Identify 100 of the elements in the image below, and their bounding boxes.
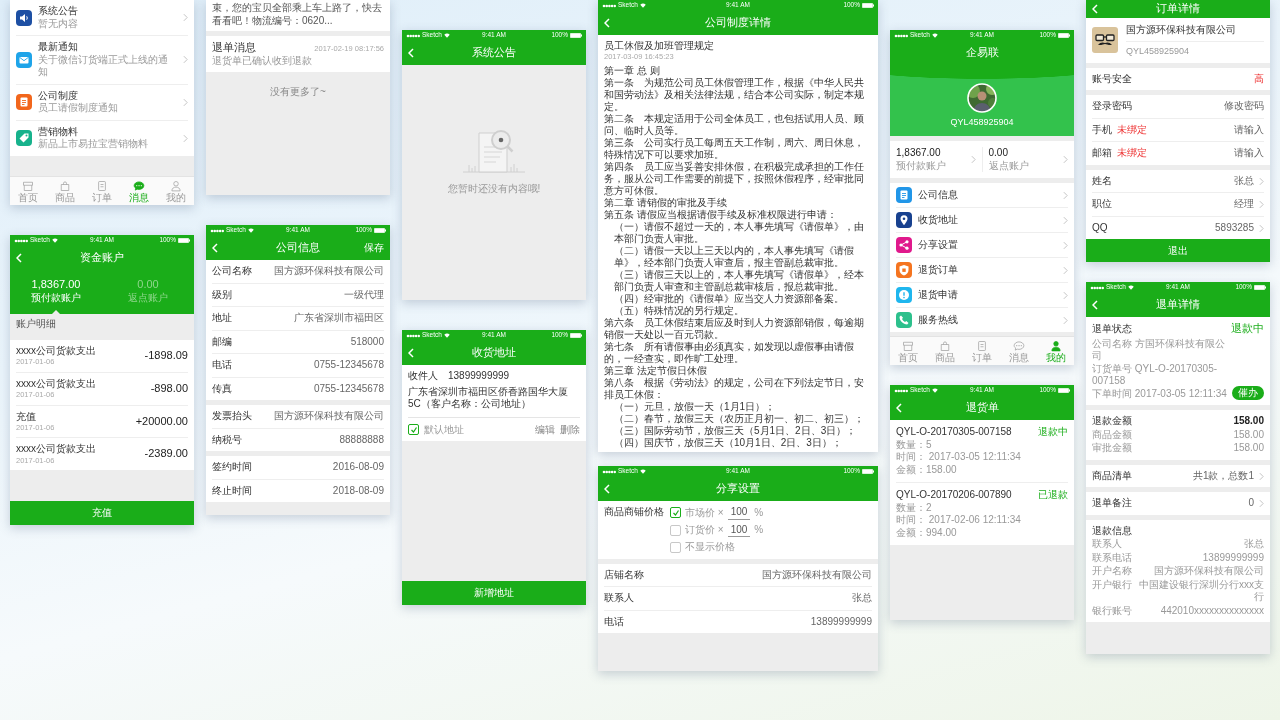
default-label: 默认地址 [424, 423, 464, 436]
amount-value: 158.00 [1233, 415, 1264, 428]
balance-label: 预付款账户 [896, 159, 947, 173]
field-label: 账号安全 [1092, 72, 1132, 86]
tab-item[interactable]: 我的 [157, 180, 194, 203]
primary-button[interactable]: 充值 [10, 501, 194, 525]
action-link[interactable]: 编辑 [535, 423, 555, 436]
back-icon[interactable] [604, 18, 610, 28]
status-tag: 未绑定 [1117, 147, 1147, 160]
tab-item[interactable]: 商品 [46, 180, 84, 203]
chevron-right-icon [1063, 215, 1068, 225]
order-detail: 数量：5 [896, 438, 933, 451]
back-icon[interactable] [408, 348, 414, 358]
item-title[interactable]: 系统公告 [38, 5, 177, 18]
field-label: 登录密码 [1092, 100, 1132, 113]
field-value: 5893285 [1214, 221, 1254, 235]
document-icon [976, 340, 988, 352]
percent-field[interactable]: 100 [727, 523, 751, 537]
item-title[interactable]: 公司制度 [38, 89, 177, 102]
document-paragraph: （二）请假一天以上三天以内的，本人事先填写《请假单》，经本部门负责人审查后，报主管副总裁审批。 [613, 245, 855, 269]
order-status: 退款中 [1038, 426, 1068, 439]
field-value: 张总 [851, 592, 872, 605]
chevron-right-icon [183, 13, 188, 22]
chat-bubble-icon [132, 180, 145, 192]
action-link[interactable]: 删除 [560, 423, 580, 436]
order-status: 已退款 [1038, 489, 1068, 502]
transaction-amount: -898.00 [150, 381, 188, 396]
account-tab[interactable]: 1,8367.00 预付款账户 [10, 278, 102, 315]
menu-label[interactable]: 退货订单 [918, 264, 1057, 277]
detail-value: 中国建设银行深圳分行xxx支行 [1138, 578, 1264, 604]
menu-label[interactable]: 分享设置 [918, 239, 1057, 252]
menu-label[interactable]: 服务热线 [918, 314, 1057, 327]
document-paragraph: （四）国庆节，放假三天（10月1日、2日、3日）； [613, 437, 843, 449]
status-tag: 未绑定 [1117, 123, 1147, 137]
back-icon[interactable] [16, 253, 22, 263]
menu-label[interactable]: 公司信息 [918, 189, 1057, 202]
chevron-right-icon [1063, 190, 1068, 200]
back-icon[interactable] [604, 484, 610, 494]
primary-button[interactable]: 新增地址 [402, 581, 586, 605]
back-icon[interactable] [896, 403, 902, 413]
checkbox[interactable] [670, 541, 681, 553]
transaction-amount: +20000.00 [135, 414, 188, 429]
shopping-bag-icon [59, 180, 72, 192]
save-button[interactable]: 保存 [364, 241, 384, 255]
tab-item[interactable]: 订单 [83, 180, 121, 203]
tab-item[interactable]: 首页 [10, 180, 47, 203]
tab-item[interactable]: 消息 [1000, 340, 1038, 363]
wifi-icon [443, 333, 450, 338]
document-paragraph: （二）春节，放假三天（农历正月初一、初二、初三）； [613, 413, 865, 425]
tab-item[interactable]: 我的 [1037, 340, 1074, 363]
recipient-phone: 13899999999 [448, 370, 510, 383]
order-detail: 金额：158.00 [896, 463, 958, 476]
chevron-right-icon [1063, 240, 1068, 250]
end-note: 没有更多了~ [269, 85, 327, 100]
field-label: 商品清单 [1092, 469, 1132, 483]
tab-item[interactable]: 消息 [120, 180, 158, 203]
order-detail: 时间： 2017-02-06 12:11:34 [896, 514, 1022, 527]
detail-label: 联系电话 [1092, 551, 1132, 565]
transaction-title: xxxx公司货款支出 [16, 377, 97, 391]
chevron-right-icon [1063, 265, 1068, 275]
order-detail: 金额：994.00 [896, 526, 958, 539]
option-label: 不显示价格 [685, 541, 735, 554]
primary-button[interactable]: 退出 [1086, 239, 1270, 262]
chapter-heading: 第一章 总 则 [604, 65, 661, 77]
checkbox[interactable] [670, 524, 681, 536]
menu-label[interactable]: 退货申请 [918, 289, 1057, 302]
item-title[interactable]: 最新通知 [38, 41, 177, 54]
shopping-bag-icon [939, 340, 952, 352]
field-label: 公司名称 [212, 265, 252, 278]
back-icon[interactable] [1092, 300, 1098, 310]
transaction-amount: -2389.00 [144, 447, 188, 462]
back-icon[interactable] [408, 48, 414, 58]
item-title[interactable]: 营销物料 [38, 125, 177, 138]
nav-title: 订单详情 [1155, 2, 1201, 16]
company-id: QYL458925904 [1126, 40, 1264, 57]
field-label: 退单状态 [1092, 323, 1132, 336]
document-paragraph: 第四条 员工应当妥善安排休假，在积极完成承担的工作任务，服从公司工作需要的前提下，按照休假程序，经审批同意方可休假。 [604, 161, 865, 197]
tab-item[interactable]: 订单 [963, 340, 1001, 363]
reminder-button[interactable]: 催办 [1232, 385, 1264, 401]
account-tab[interactable]: 0.00 返点账户 [102, 278, 194, 315]
battery-icon [1058, 388, 1070, 393]
chevron-right-icon [183, 97, 188, 107]
person-icon [1049, 340, 1062, 352]
tab-item[interactable]: 首页 [890, 340, 927, 363]
back-icon[interactable] [212, 243, 218, 253]
document-paragraph: 第二条 本规定适用于公司全体员工，也包括试用人员、顾问、临时人员等。 [604, 113, 865, 137]
tab-item[interactable]: 商品 [926, 340, 964, 363]
detail-line: 下单时间 2017-03-05 12:11:34 [1092, 387, 1228, 401]
field-label: 手机 [1092, 123, 1112, 137]
store-icon [22, 180, 35, 192]
document-paragraph: 第三条 公司实行员工每周五天工作制，周六、周日休息，特殊情况下可以要求加班。 [604, 137, 865, 161]
percent-field[interactable]: 100 [727, 506, 751, 520]
detail-value: 张总 [1243, 538, 1264, 551]
back-icon[interactable] [1092, 4, 1098, 14]
checkbox[interactable] [408, 424, 419, 436]
field-value: 请输入 [1233, 147, 1264, 160]
balance-amount: 1,8367.00 [896, 147, 942, 160]
field-label: 退单备注 [1092, 497, 1132, 510]
checkbox[interactable] [670, 507, 681, 519]
menu-label[interactable]: 收货地址 [918, 214, 1057, 227]
